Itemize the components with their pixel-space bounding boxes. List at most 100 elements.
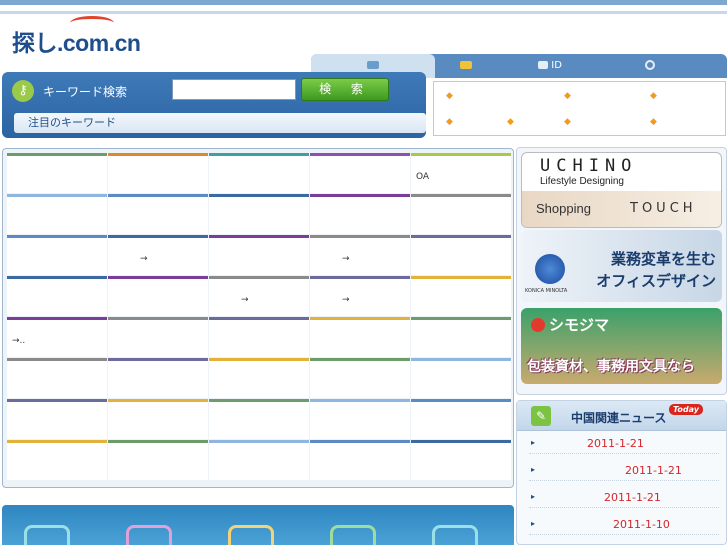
key-icon bbox=[460, 61, 472, 69]
bullet-diamond-icon: ◆ bbox=[650, 91, 657, 101]
ad-banners: UCHINO Lifestyle Designing Shopping TOUC… bbox=[516, 147, 727, 395]
category-cell[interactable] bbox=[108, 358, 208, 398]
logo-text: 探し.com.cn bbox=[12, 30, 141, 56]
site-logo[interactable]: 探し.com.cn bbox=[12, 16, 141, 58]
category-cell[interactable] bbox=[7, 235, 107, 275]
category-cell[interactable] bbox=[310, 399, 410, 439]
touch-label: TOUCH bbox=[630, 201, 697, 216]
category-grid: OA → → → → →.. bbox=[2, 148, 514, 488]
news-date: 2011-1-10 bbox=[613, 518, 670, 531]
tab-refresh[interactable] bbox=[637, 54, 663, 78]
category-cell[interactable] bbox=[310, 317, 410, 357]
folder-icon[interactable] bbox=[330, 525, 376, 545]
category-cell-label: → bbox=[342, 295, 350, 305]
tab-id[interactable]: ID bbox=[529, 54, 571, 78]
refresh-icon bbox=[645, 60, 655, 70]
category-cell[interactable]: OA bbox=[411, 153, 511, 193]
tab-id-label: ID bbox=[551, 60, 562, 71]
konica-line1: 業務変革を生む bbox=[610, 250, 716, 268]
category-cell[interactable] bbox=[411, 194, 511, 234]
category-cell[interactable]: →.. bbox=[7, 317, 107, 357]
category-cell[interactable] bbox=[209, 358, 309, 398]
bullet-diamond-icon: ◆ bbox=[650, 117, 657, 127]
category-cell[interactable] bbox=[209, 399, 309, 439]
category-cell[interactable] bbox=[7, 153, 107, 193]
category-cell[interactable]: → bbox=[310, 235, 410, 275]
category-cell[interactable] bbox=[7, 399, 107, 439]
category-cell[interactable] bbox=[108, 440, 208, 480]
search-button[interactable]: 検 索 bbox=[301, 78, 389, 101]
bullet-diamond-icon: ◆ bbox=[564, 117, 571, 127]
category-cell[interactable] bbox=[411, 276, 511, 316]
pen-icon bbox=[367, 61, 379, 69]
folder-icon[interactable] bbox=[228, 525, 274, 545]
keyword-search-input[interactable] bbox=[172, 79, 296, 100]
category-cell[interactable] bbox=[209, 440, 309, 480]
featured-links-box: ◆ ◆ ◆ ◆ ◆ ◆ ◆ bbox=[433, 81, 726, 136]
category-cell[interactable] bbox=[7, 194, 107, 234]
category-cell[interactable] bbox=[209, 153, 309, 193]
folder-icon[interactable] bbox=[24, 525, 70, 545]
news-item[interactable]: ▸ 2011-1-10 bbox=[529, 515, 719, 535]
category-cell-label: →.. bbox=[12, 336, 26, 346]
category-cell[interactable] bbox=[411, 440, 511, 480]
folder-icon[interactable] bbox=[432, 525, 478, 545]
category-cell[interactable]: → bbox=[209, 276, 309, 316]
category-cell[interactable] bbox=[411, 399, 511, 439]
shopping-label: Shopping bbox=[536, 201, 591, 216]
arrow-right-icon: ▸ bbox=[531, 519, 536, 528]
category-cell-label: → bbox=[342, 254, 350, 264]
category-cell[interactable] bbox=[310, 358, 410, 398]
folder-icon[interactable] bbox=[126, 525, 172, 545]
category-cell-label: OA bbox=[416, 172, 430, 182]
news-item[interactable]: ▸ 2011-1-21 bbox=[529, 434, 719, 454]
category-cell[interactable] bbox=[108, 399, 208, 439]
pencil-icon: ✎ bbox=[531, 406, 551, 426]
category-cell[interactable] bbox=[411, 235, 511, 275]
category-cell[interactable] bbox=[108, 276, 208, 316]
top-accent-bar bbox=[0, 0, 727, 14]
category-cell-label: → bbox=[140, 254, 148, 264]
today-badge: Today bbox=[669, 404, 704, 415]
user-icon bbox=[538, 61, 549, 69]
category-cell[interactable] bbox=[108, 194, 208, 234]
category-cell[interactable] bbox=[310, 194, 410, 234]
category-cell[interactable] bbox=[7, 358, 107, 398]
konica-brand: KONICA MINOLTA bbox=[525, 288, 568, 294]
category-cell[interactable] bbox=[209, 235, 309, 275]
key-icon: ⚷ bbox=[12, 80, 34, 102]
keyword-search-panel: ⚷ キーワード検索 検 索 注目のキーワード bbox=[2, 72, 426, 138]
arrow-right-icon: ▸ bbox=[531, 438, 536, 447]
uchino-tagline: Lifestyle Designing bbox=[540, 176, 624, 187]
category-cell[interactable] bbox=[411, 317, 511, 357]
shimojima-banner[interactable]: シモジマ 包装資材、事務用文具なら bbox=[521, 308, 722, 384]
uchino-banner[interactable]: UCHINO Lifestyle Designing Shopping TOUC… bbox=[521, 152, 722, 228]
category-cell[interactable] bbox=[7, 276, 107, 316]
news-item[interactable]: ▸ 2011-1-21 bbox=[529, 488, 719, 508]
uchino-shopping-strip: Shopping TOUCH bbox=[522, 191, 721, 227]
attention-keywords-bar[interactable]: 注目のキーワード bbox=[14, 113, 426, 133]
category-cell[interactable] bbox=[411, 358, 511, 398]
news-date: 2011-1-21 bbox=[604, 491, 661, 504]
category-cell[interactable] bbox=[108, 317, 208, 357]
china-news-title: 中国関連ニュース bbox=[571, 411, 667, 425]
news-item[interactable]: ▸ 2011-1-21 bbox=[529, 461, 719, 481]
news-date: 2011-1-21 bbox=[587, 437, 644, 450]
china-news-header: ✎ 中国関連ニュース Today bbox=[517, 401, 726, 431]
keyword-search-label: キーワード検索 bbox=[43, 85, 128, 99]
category-cell[interactable]: → bbox=[108, 235, 208, 275]
bullet-diamond-icon: ◆ bbox=[446, 117, 453, 127]
category-cell[interactable] bbox=[209, 194, 309, 234]
category-cell[interactable] bbox=[7, 440, 107, 480]
category-cell[interactable] bbox=[209, 317, 309, 357]
logo-swoosh bbox=[70, 16, 114, 30]
bullet-diamond-icon: ◆ bbox=[446, 91, 453, 101]
category-cell[interactable]: → bbox=[310, 276, 410, 316]
konica-banner[interactable]: KONICA MINOLTA 業務変革を生む オフィスデザイン bbox=[521, 230, 722, 302]
konica-logo-icon bbox=[535, 254, 565, 284]
category-cell[interactable] bbox=[310, 153, 410, 193]
category-cell[interactable] bbox=[108, 153, 208, 193]
shimojima-brand: シモジマ bbox=[531, 314, 609, 335]
category-cell[interactable] bbox=[310, 440, 410, 480]
tab-member[interactable] bbox=[451, 54, 481, 78]
